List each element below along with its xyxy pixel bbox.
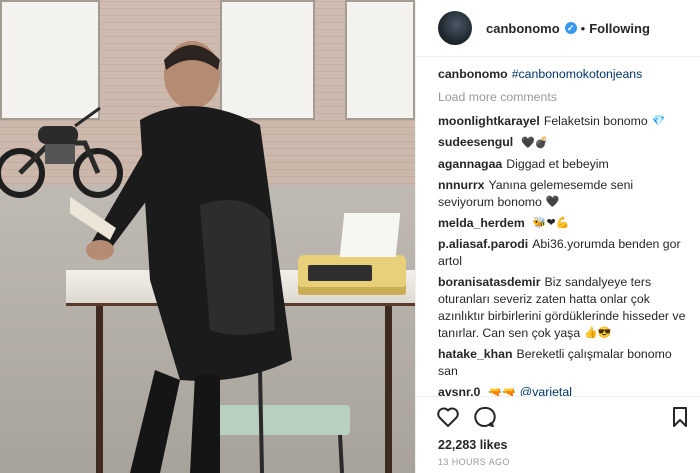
header-separator: • xyxy=(580,20,586,36)
comment-emoji: 🐝❤💪 xyxy=(532,217,570,229)
avatar[interactable] xyxy=(438,11,472,45)
comment-username[interactable]: agannagaa xyxy=(438,157,502,171)
typewriter-image xyxy=(298,213,406,295)
comment-item: moonlightkarayel Felaketsin bonomo 💎 xyxy=(438,113,688,130)
comment-item: boranisatasdemir Biz sandalyeye ters otur… xyxy=(438,274,688,342)
comment-emoji: 💎 xyxy=(651,115,666,128)
comment-username[interactable]: nnnurrx xyxy=(438,178,484,192)
comment-item: sudeesengul 🖤💣 xyxy=(438,134,688,151)
comment-username[interactable]: melda_herdem xyxy=(438,216,525,230)
comment-username[interactable]: p.aliasaf.parodi xyxy=(438,237,528,251)
caption-hashtag[interactable]: #canbonomokotonjeans xyxy=(512,67,643,81)
comment-mention[interactable]: @varietal xyxy=(520,385,572,396)
verified-badge-icon: ✓ xyxy=(564,22,577,34)
post-photo[interactable] xyxy=(0,0,415,473)
comment-item: nnnurrx Yanına gelemesemde seni seviyorum… xyxy=(438,177,688,211)
following-button[interactable]: Following xyxy=(589,21,650,36)
post-header: canbonomo ✓ • Following xyxy=(416,0,700,57)
comment-text: Diggad et bebeyim xyxy=(506,156,609,171)
comment-username[interactable]: moonlightkarayel xyxy=(438,114,540,128)
comment-container: moonlightkarayel Felaketsin bonomo 💎 sudees… xyxy=(438,113,688,396)
comment-bubble-icon[interactable] xyxy=(472,405,496,429)
comment-username[interactable]: sudeesengul xyxy=(438,135,513,149)
post-sidebar: canbonomo ✓ • Following canbonomo #canbon… xyxy=(415,0,700,473)
model-figure-image xyxy=(70,41,292,473)
comment-emoji: 🔫🔫 xyxy=(488,386,516,397)
heart-icon[interactable] xyxy=(436,405,460,429)
author-username[interactable]: canbonomo xyxy=(486,21,560,36)
comments-list[interactable]: canbonomo #canbonomokotonjeans Load more … xyxy=(438,66,688,396)
comment-emoji: 🖤 xyxy=(545,195,560,208)
post-timestamp: 13 HOURS AGO xyxy=(438,457,510,467)
action-bar: 22,283 likes 13 HOURS AGO xyxy=(416,396,700,473)
likes-count[interactable]: 22,283 likes xyxy=(438,438,508,452)
bookmark-icon[interactable] xyxy=(668,405,692,429)
comment-username[interactable]: avsnr.0 xyxy=(438,385,480,396)
caption-username[interactable]: canbonomo xyxy=(438,67,508,81)
window-right xyxy=(345,0,415,120)
comment-username[interactable]: boranisatasdemir xyxy=(438,275,541,289)
load-more-comments-button[interactable]: Load more comments xyxy=(438,89,688,106)
comment-text: Felaketsin bonomo xyxy=(543,114,648,128)
comment-item: agannagaa Diggad et bebeyim xyxy=(438,156,688,173)
comment-item: melda_herdem 🐝❤💪 xyxy=(438,215,688,232)
table-leg xyxy=(385,306,392,473)
comment-emoji: 👍😎 xyxy=(584,327,612,340)
comment-emoji: 🖤💣 xyxy=(521,136,549,149)
comment-item: p.aliasaf.parodi Abi36.yorumda benden gor… xyxy=(438,236,688,270)
comment-item: hatake_khan Bereketli çalışmalar bonomo s… xyxy=(438,346,688,380)
comment-username[interactable]: hatake_khan xyxy=(438,347,513,361)
comment-item: avsnr.0 🔫🔫 @varietal xyxy=(438,384,688,396)
caption: canbonomo #canbonomokotonjeans xyxy=(438,66,688,83)
